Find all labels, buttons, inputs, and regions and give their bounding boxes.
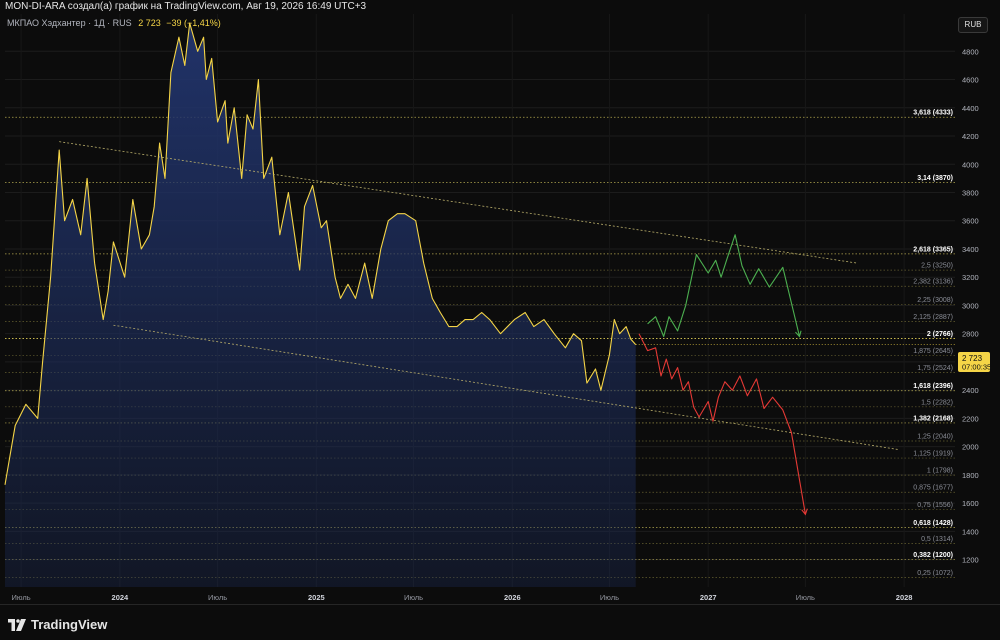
y-tick-label: 2200 <box>962 414 979 423</box>
x-tick-label: Июль <box>208 593 227 602</box>
fib-level-label: 3,14 (3870) <box>917 175 953 182</box>
fib-level-label: 1,618 (2396) <box>913 383 953 390</box>
x-tick-label: Июль <box>404 593 423 602</box>
y-tick-label: 1200 <box>962 556 979 565</box>
y-tick-label: 3200 <box>962 273 979 282</box>
fib-level-label: 1,125 (1919) <box>913 451 953 458</box>
x-tick-label: 2026 <box>504 593 521 602</box>
x-tick-label: 2025 <box>308 593 325 602</box>
fib-level-label: 0,75 (1556) <box>917 502 953 509</box>
fib-level-label: 1 (1798) <box>927 468 953 475</box>
symbol-name: МКПАО Хэдхантер · 1Д · RUS <box>7 18 132 28</box>
y-tick-label: 3800 <box>962 188 979 197</box>
last-price-countdown: 07:00:35 <box>962 363 991 372</box>
fib-level-label: 3,618 (4333) <box>913 110 953 117</box>
y-tick-label: 2000 <box>962 443 979 452</box>
fib-level-label: 0,875 (1677) <box>913 485 953 492</box>
fib-level-label: 0,382 (1200) <box>913 552 953 559</box>
projection-bearish <box>638 333 806 515</box>
fib-level-label: 1,382 (2168) <box>913 415 953 422</box>
fib-level-label: 2,125 (2887) <box>913 314 953 321</box>
legend-price: 2 723 <box>138 18 161 28</box>
y-tick-label: 4000 <box>962 160 979 169</box>
y-tick-label: 4800 <box>962 47 979 56</box>
y-tick-label: 4600 <box>962 76 979 85</box>
y-tick-label: 2800 <box>962 330 979 339</box>
fib-level-label: 2,382 (3136) <box>913 279 953 286</box>
fib-level-label: 2 (2766) <box>927 331 953 338</box>
y-tick-label: 1600 <box>962 499 979 508</box>
logo-text: TradingView <box>31 617 108 632</box>
legend-change: −39 (−1,41%) <box>166 18 221 28</box>
y-tick-label: 2400 <box>962 386 979 395</box>
x-tick-label: Июль <box>12 593 31 602</box>
fib-level-label: 0,25 (1072) <box>917 570 953 577</box>
y-tick-label: 1800 <box>962 471 979 480</box>
time-axis[interactable]: Июль 2024 Июль 2025 Июль 2026 Июль 2027 Июль 2028 <box>12 593 913 602</box>
fib-level-label: 0,5 (1314) <box>921 536 953 543</box>
fib-level-label: 0,618 (1428) <box>913 520 953 527</box>
currency-button[interactable]: RUB <box>958 17 988 33</box>
price-axis[interactable]: 1200140016001800200022002400260028003000… <box>962 47 979 564</box>
fib-level-label: 1,875 (2645) <box>913 348 953 355</box>
price-chart[interactable]: 3,618 (4333) 3,14 (3870) 2,618 (3365) 2,5 (… <box>0 0 1000 604</box>
y-tick-label: 3600 <box>962 217 979 226</box>
fib-level-label: 2,5 (3250) <box>921 263 953 270</box>
x-tick-label: 2028 <box>896 593 913 602</box>
fib-level-label: 2,25 (3008) <box>917 297 953 304</box>
tradingview-logo-icon <box>8 618 26 631</box>
y-tick-label: 3400 <box>962 245 979 254</box>
x-tick-label: Июль <box>600 593 619 602</box>
fib-level-label: 1,75 (2524) <box>917 365 953 372</box>
fib-level-label: 1,25 (2040) <box>917 433 953 440</box>
tradingview-logo[interactable]: TradingView <box>8 617 107 632</box>
x-tick-label: Июль <box>796 593 815 602</box>
y-tick-label: 4200 <box>962 132 979 141</box>
fib-level-label: 2,618 (3365) <box>913 246 953 253</box>
footer-bar: TradingView <box>0 604 1000 640</box>
fib-level-label: 1,5 (2282) <box>921 399 953 406</box>
symbol-legend[interactable]: МКПАО Хэдхантер · 1Д · RUS 2 723 −39 (−1… <box>7 18 221 28</box>
x-tick-label: 2027 <box>700 593 717 602</box>
y-tick-label: 4400 <box>962 104 979 113</box>
y-tick-label: 1400 <box>962 527 979 536</box>
x-tick-label: 2024 <box>112 593 130 602</box>
y-tick-label: 3000 <box>962 301 979 310</box>
